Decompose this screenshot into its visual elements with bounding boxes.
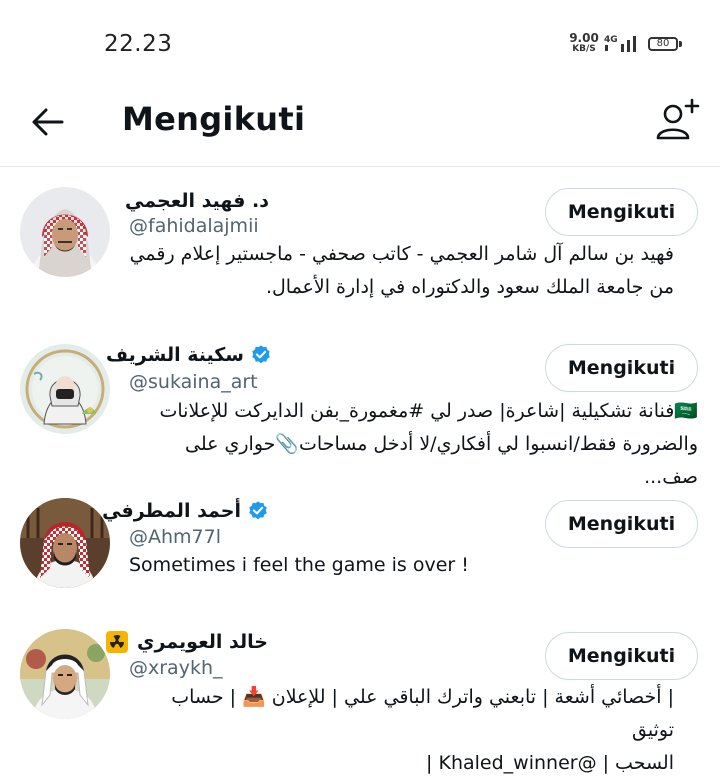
avatar[interactable]	[20, 629, 110, 719]
avatar-image	[20, 187, 110, 277]
avatar-image	[20, 629, 110, 719]
network-type: 4G	[604, 35, 618, 45]
network-speed-unit: KB/S	[572, 44, 596, 54]
avatar[interactable]	[20, 498, 110, 588]
page-title: Mengikuti	[122, 100, 306, 138]
battery-level: 80	[656, 38, 670, 49]
radioactive-emoji-icon	[106, 631, 129, 653]
account-name[interactable]: خالد العويمري	[137, 631, 268, 653]
account-bio: فهيد بن سالم آل شامر العجمي - كاتب صحفي …	[129, 238, 674, 304]
name-line: خالد العويمري	[105, 627, 268, 657]
account-handle: @fahidalajmii	[129, 215, 259, 237]
network-speed: 9.00 KB/S	[569, 31, 599, 55]
app-header: Mengikuti	[0, 80, 720, 167]
following-button[interactable]: Mengikuti	[545, 188, 698, 236]
bio-line: Sometimes i feel the game is over !	[129, 554, 469, 576]
bio-line: السحب | @Khaled_winner |	[426, 752, 674, 774]
list-item[interactable]: د. فهيد العجمي @fahidalajmii فهيد بن سال…	[0, 166, 720, 326]
back-button[interactable]	[28, 102, 68, 142]
account-name[interactable]: د. فهيد العجمي	[125, 190, 269, 212]
account-name[interactable]: أحمد المطرفي	[102, 500, 241, 522]
verified-badge-icon	[249, 501, 267, 520]
avatar-image	[20, 498, 110, 588]
account-bio: 🇸🇦فنانة تشكيلية |شاعرة| صدر لي #مغمورة_ب…	[129, 395, 698, 494]
status-bar: 22.23 9.00 KB/S 4G 80	[0, 0, 720, 80]
account-name[interactable]: سكينة الشريف	[106, 344, 244, 366]
account-handle: @xraykh_	[129, 657, 223, 679]
avatar[interactable]	[20, 344, 110, 434]
clock: 22.23	[104, 31, 173, 57]
list-item[interactable]: أحمد المطرفي @Ahm77l Sometimes i feel th…	[0, 482, 720, 612]
add-user-icon	[656, 98, 700, 140]
name-line: أحمد المطرفي	[102, 496, 269, 526]
network-speed-value: 9.00	[569, 31, 599, 45]
following-button[interactable]: Mengikuti	[545, 500, 698, 548]
account-bio: | أخصائي أشعة | تابعني واترك الباقي علي …	[129, 681, 674, 780]
bio-line: فهيد بن سالم آل شامر العجمي - كاتب صحفي …	[129, 243, 674, 265]
account-handle: @sukaina_art	[129, 371, 258, 393]
bio-line: | أخصائي أشعة | تابعني واترك الباقي علي …	[171, 686, 674, 741]
arrow-left-icon	[32, 108, 64, 136]
name-line: سكينة الشريف	[106, 340, 272, 370]
account-bio: Sometimes i feel the game is over !	[129, 549, 700, 582]
verified-badge-icon	[252, 345, 270, 364]
list-item[interactable]: سكينة الشريف @sukaina_art 🇸🇦فنانة تشكيلي…	[0, 326, 720, 488]
bio-line: من جامعة الملك سعود والدكتوراه في إدارة …	[265, 276, 674, 298]
bio-line: 🇸🇦فنانة تشكيلية |شاعرة| صدر لي #مغمورة_ب…	[159, 400, 698, 422]
signal-icon: 4G	[604, 35, 636, 52]
battery-tip	[679, 41, 682, 47]
avatar[interactable]	[20, 187, 110, 277]
following-button[interactable]: Mengikuti	[545, 344, 698, 392]
name-line: د. فهيد العجمي	[125, 186, 269, 216]
battery-icon: 80	[648, 37, 678, 51]
account-handle: @Ahm77l	[129, 526, 222, 548]
add-user-button[interactable]	[652, 96, 702, 144]
following-button[interactable]: Mengikuti	[545, 632, 698, 680]
list-item[interactable]: خالد العويمري @xraykh_ | أخصائي أشعة | ت…	[0, 612, 720, 774]
avatar-image	[20, 344, 110, 434]
